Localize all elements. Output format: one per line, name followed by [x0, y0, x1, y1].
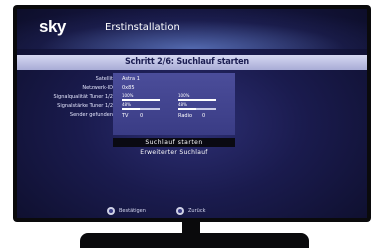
strength-track-2 — [178, 108, 216, 110]
tv-found-label: TV — [122, 113, 129, 119]
radio-found-label: Radio — [178, 113, 193, 119]
back-hint: Zurück — [188, 208, 206, 214]
info-panel: Astra 1 0x85 100% 100% 48% 48% TV 0 Radi… — [113, 73, 235, 135]
sky-logo: sky — [39, 17, 66, 36]
netzwerk-id-value: 0x85 — [122, 85, 135, 91]
quality-pct-1: 100% — [122, 93, 134, 98]
advanced-scan-button[interactable]: Erweiterter Suchlauf — [113, 148, 235, 157]
page-title: Erstinstallation — [105, 22, 180, 33]
ok-button-icon — [107, 207, 115, 215]
tv-found-count: 0 — [140, 113, 144, 119]
strength-fill-2 — [178, 108, 197, 110]
quality-pct-2: 100% — [178, 93, 190, 98]
confirm-hint: Bestätigen — [119, 208, 146, 214]
label-signalqualitaet: Signalqualität Tuner 1/2 — [53, 94, 113, 100]
quality-fill-2 — [178, 99, 216, 101]
strength-track-1 — [122, 108, 160, 110]
label-netzwerk-id: Netzwerk-ID — [82, 85, 113, 91]
strength-pct-1: 48% — [122, 102, 131, 107]
quality-fill-1 — [122, 99, 160, 101]
header: sky Erstinstallation — [17, 9, 367, 49]
label-sender-gefunden: Sender gefunden — [69, 112, 113, 118]
radio-found-count: 0 — [202, 113, 206, 119]
strength-fill-1 — [122, 108, 141, 110]
footer-hints: Bestätigen Zurück — [17, 205, 367, 218]
strength-pct-2: 48% — [178, 102, 187, 107]
label-satellit: Satellit — [95, 76, 113, 82]
label-signalstaerke: Signalstärke Tuner 1/2 — [57, 103, 113, 109]
quality-track-2 — [178, 99, 216, 101]
quality-track-1 — [122, 99, 160, 101]
field-labels: Satellit Netzwerk-ID Signalqualität Tune… — [27, 75, 113, 120]
satellit-value: Astra 1 — [122, 76, 140, 82]
start-scan-button[interactable]: Suchlauf starten — [113, 138, 235, 147]
tv-stand — [80, 233, 309, 248]
tv-screen: sky Erstinstallation Schritt 2/6: Suchla… — [17, 9, 367, 218]
back-button-icon — [176, 207, 184, 215]
step-title: Schritt 2/6: Suchlauf starten — [125, 57, 249, 67]
